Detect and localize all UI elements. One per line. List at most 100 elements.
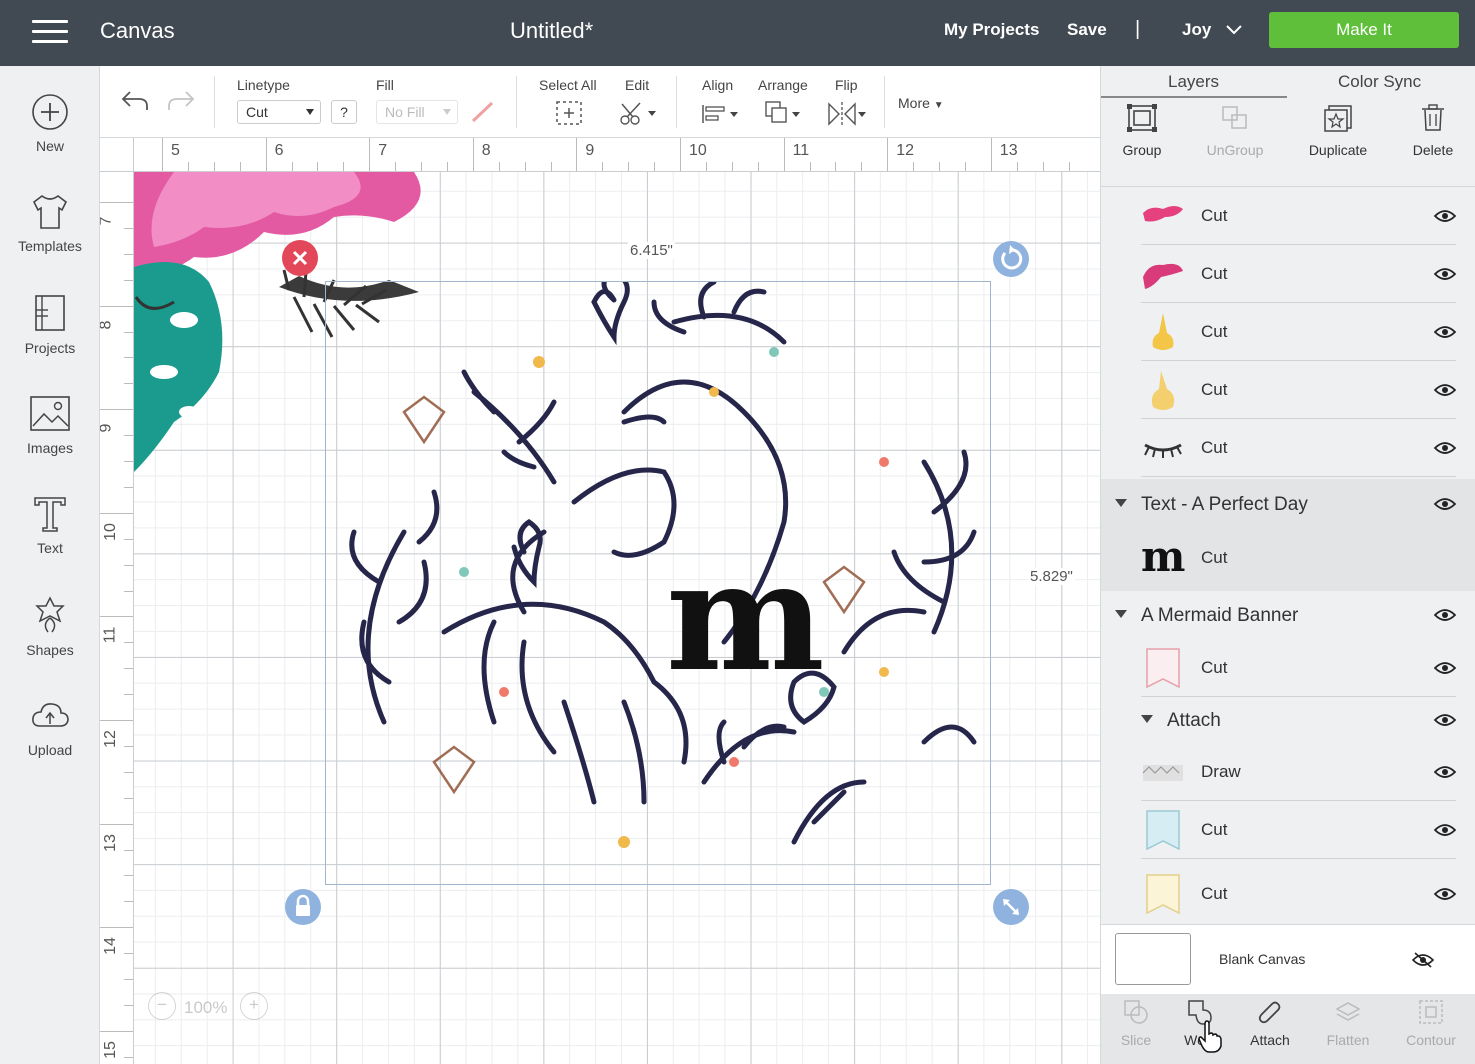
tab-layers[interactable]: Layers (1168, 72, 1219, 92)
layer-row[interactable]: Cut (1101, 801, 1475, 859)
canvas-color-swatch[interactable] (1115, 933, 1191, 985)
save-button[interactable]: Save (1067, 20, 1107, 40)
make-it-button[interactable]: Make It (1269, 12, 1459, 48)
document-title[interactable]: Untitled* (510, 18, 593, 44)
expand-triangle-icon[interactable] (1115, 499, 1127, 507)
eye-icon[interactable] (1434, 383, 1456, 397)
layer-group-text[interactable]: Text - A Perfect Day (1101, 481, 1475, 527)
ruler-number: 12 (101, 730, 119, 748)
edit-scissors-icon[interactable] (618, 100, 660, 126)
eye-icon[interactable] (1434, 661, 1456, 675)
eye-icon[interactable] (1434, 325, 1456, 339)
eye-icon[interactable] (1434, 887, 1456, 901)
expand-triangle-icon[interactable] (1115, 610, 1127, 618)
more-menu[interactable]: More ▼ (898, 95, 944, 111)
layer-row[interactable]: Cut (1101, 303, 1475, 361)
sidebar-item-projects[interactable]: Projects (0, 292, 100, 356)
flip-icon[interactable] (826, 100, 868, 128)
layer-row[interactable]: Cut (1101, 419, 1475, 477)
plus-circle-icon (32, 94, 68, 130)
resize-handle[interactable] (993, 889, 1029, 925)
eye-icon[interactable] (1434, 713, 1456, 727)
ruler-number: 11 (101, 627, 119, 644)
eye-icon[interactable] (1434, 441, 1456, 455)
fill-label: Fill (376, 77, 394, 93)
ruler-number: 8 (481, 142, 491, 159)
tab-color-sync[interactable]: Color Sync (1338, 72, 1421, 92)
contour-button[interactable]: Contour (1396, 998, 1466, 1048)
selection-box (325, 281, 991, 885)
flatten-button[interactable]: Flatten (1313, 998, 1383, 1048)
ruler-tick (124, 331, 133, 333)
ruler-tick (550, 162, 552, 171)
user-menu[interactable]: Joy (1182, 20, 1211, 40)
zoom-in-button[interactable]: + (240, 992, 268, 1020)
sidebar-item-text[interactable]: Text (0, 494, 100, 556)
linetype-select[interactable]: Cut (237, 100, 321, 124)
delete-handle[interactable] (282, 240, 318, 276)
ungroup-button[interactable]: UnGroup (1190, 104, 1280, 158)
ruler-number: 13 (999, 142, 1018, 159)
arrange-icon[interactable] (764, 100, 806, 128)
ruler-tick (124, 797, 133, 799)
attach-button[interactable]: Attach (1235, 998, 1305, 1048)
layer-group-attach[interactable]: Attach (1127, 697, 1475, 743)
design-canvas[interactable]: m 6.415" 5.829" − 100% + (134, 172, 1100, 1064)
eye-icon[interactable] (1434, 209, 1456, 223)
linetype-help-button[interactable]: ? (331, 100, 357, 124)
sidebar-item-shapes[interactable]: Shapes (0, 594, 100, 658)
eye-icon[interactable] (1434, 765, 1456, 779)
layer-row[interactable]: Cut (1101, 639, 1475, 697)
redo-icon[interactable] (166, 88, 196, 114)
ruler-tick (124, 668, 133, 670)
layer-thumbnail-icon (1142, 765, 1183, 781)
lock-handle[interactable] (285, 889, 321, 925)
layer-row[interactable]: Cut (1101, 187, 1475, 245)
layer-row[interactable]: Cut (1101, 245, 1475, 303)
ruler-number: 10 (689, 142, 707, 159)
menu-icon[interactable] (32, 20, 68, 44)
eye-icon[interactable] (1434, 497, 1456, 511)
ruler-tick (602, 162, 604, 171)
duplicate-button[interactable]: Duplicate (1293, 104, 1383, 158)
layer-group-banner[interactable]: A Mermaid Banner (1101, 592, 1475, 638)
active-tab-indicator (1101, 96, 1287, 98)
edit-toolbar: Linetype Cut ? Fill No Fill Select All E… (100, 66, 1100, 138)
layer-actions-bar: Slice Weld Attach Flatten Contour (1101, 994, 1475, 1064)
undo-icon[interactable] (120, 88, 150, 114)
eye-hidden-icon[interactable] (1412, 952, 1434, 968)
eye-icon[interactable] (1434, 267, 1456, 281)
lock-icon (296, 894, 310, 916)
blank-canvas-row[interactable]: Blank Canvas (1101, 924, 1475, 994)
fill-select[interactable]: No Fill (376, 100, 458, 124)
ruler-tick (265, 138, 267, 171)
align-icon[interactable] (700, 102, 742, 126)
layer-row[interactable]: Cut (1101, 865, 1475, 923)
sidebar-item-images[interactable]: Images (0, 394, 100, 456)
expand-triangle-icon[interactable] (1141, 715, 1153, 723)
ruler-tick (100, 927, 133, 929)
sidebar-item-upload[interactable]: Upload (0, 696, 100, 758)
layer-row[interactable]: Draw (1101, 743, 1475, 801)
ungroup-icon (1222, 106, 1247, 129)
layer-row[interactable]: Cut (1101, 361, 1475, 419)
eye-icon[interactable] (1434, 608, 1456, 622)
ruler-tick (124, 227, 133, 229)
eye-icon[interactable] (1434, 823, 1456, 837)
delete-button[interactable]: Delete (1388, 104, 1475, 158)
ruler-tick (291, 162, 293, 171)
my-projects-link[interactable]: My Projects (944, 20, 1039, 40)
select-all-icon[interactable] (555, 100, 583, 126)
chevron-down-icon[interactable] (1226, 24, 1242, 36)
arrange-label: Arrange (758, 77, 808, 93)
sidebar-item-new[interactable]: New (0, 92, 100, 154)
rotate-handle[interactable] (993, 241, 1029, 277)
sidebar-item-templates[interactable]: Templates (0, 192, 100, 254)
zoom-out-button[interactable]: − (148, 992, 176, 1020)
slice-button[interactable]: Slice (1101, 998, 1171, 1048)
fill-color-swatch-icon[interactable] (470, 100, 496, 124)
layer-row[interactable]: m Cut (1101, 529, 1475, 587)
group-button[interactable]: Group (1097, 104, 1187, 158)
layer-name: Cut (1201, 380, 1228, 399)
close-icon (292, 250, 308, 266)
